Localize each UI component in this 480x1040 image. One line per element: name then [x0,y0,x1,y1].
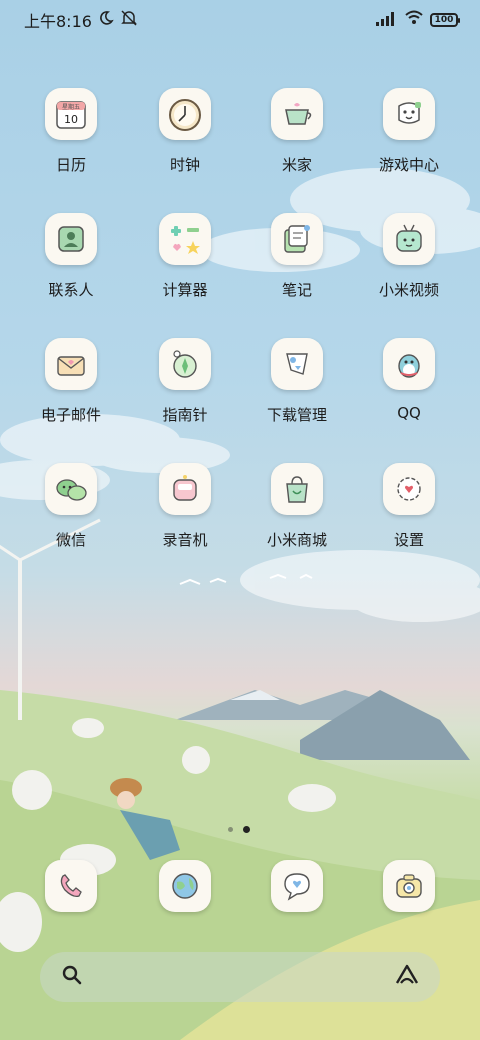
signal-icon [376,11,398,30]
download-icon [271,338,323,390]
shopping-bag-icon [271,463,323,515]
app-label: 联系人 [48,281,94,299]
status-time: 上午8:16 [24,12,92,31]
wifi-icon [404,10,424,30]
assistant-icon[interactable] [394,963,420,991]
moon-icon [98,10,114,30]
compass-icon [159,338,211,390]
app-label: 设置 [393,531,424,549]
contacts-icon [45,213,97,265]
app-label: 笔记 [281,281,312,299]
calendar-date: 10 [64,113,78,126]
app-label: 游戏中心 [378,156,439,174]
app-label: 时钟 [169,156,200,174]
penguin-icon [383,338,435,390]
tv-icon [383,213,435,265]
app-notes[interactable]: 笔记 [241,213,353,300]
dock-camera[interactable] [353,860,465,912]
app-label: QQ [397,404,421,422]
recorder-icon [159,463,211,515]
app-label: 计算器 [162,281,208,299]
camera-icon [383,860,435,912]
calendar-weekday: 星期五 [62,103,80,111]
search-bar[interactable] [40,952,440,1002]
app-label: 录音机 [162,531,208,549]
app-clock[interactable]: 时钟 [129,88,241,175]
calculator-icon [159,213,211,265]
app-label: 指南针 [162,406,208,424]
message-heart-icon [271,860,323,912]
gear-heart-icon [383,463,435,515]
app-label: 米家 [281,156,312,174]
status-bar: 上午8:16 100 [0,0,480,40]
app-download-manager[interactable]: 下载管理 [241,338,353,425]
phone-icon [45,860,97,912]
envelope-icon [45,338,97,390]
app-label: 电子邮件 [40,406,101,424]
page-dot-active [243,826,250,833]
app-email[interactable]: 电子邮件 [15,338,127,425]
app-contacts[interactable]: 联系人 [15,213,127,300]
dock-messages[interactable] [241,860,353,912]
app-compass[interactable]: 指南针 [129,338,241,425]
clock-icon [159,88,211,140]
dock-phone[interactable] [15,860,127,912]
notes-icon [271,213,323,265]
teacup-icon [271,88,323,140]
page-dot [228,827,233,832]
app-settings[interactable]: 设置 [353,463,465,550]
calendar-icon: 星期五 10 [45,88,97,140]
search-icon [60,963,84,991]
page-indicator [228,826,250,833]
app-label: 下载管理 [266,406,327,424]
app-label: 小米商城 [266,531,327,549]
app-wechat[interactable]: 微信 [15,463,127,550]
app-label: 小米视频 [378,281,439,299]
app-mi-store[interactable]: 小米商城 [241,463,353,550]
app-mi-video[interactable]: 小米视频 [353,213,465,300]
app-qq[interactable]: QQ [353,338,465,422]
app-mijia[interactable]: 米家 [241,88,353,175]
alarm-off-icon [120,9,138,31]
game-controller-icon [383,88,435,140]
app-label: 微信 [55,531,86,549]
app-calculator[interactable]: 计算器 [129,213,241,300]
app-recorder[interactable]: 录音机 [129,463,241,550]
app-calendar[interactable]: 星期五 10 日历 [15,88,127,175]
battery-indicator: 100 [430,13,460,27]
dock-browser[interactable] [129,860,241,912]
app-game-center[interactable]: 游戏中心 [353,88,465,175]
app-label: 日历 [55,156,86,174]
globe-icon [159,860,211,912]
chat-bubbles-icon [45,463,97,515]
